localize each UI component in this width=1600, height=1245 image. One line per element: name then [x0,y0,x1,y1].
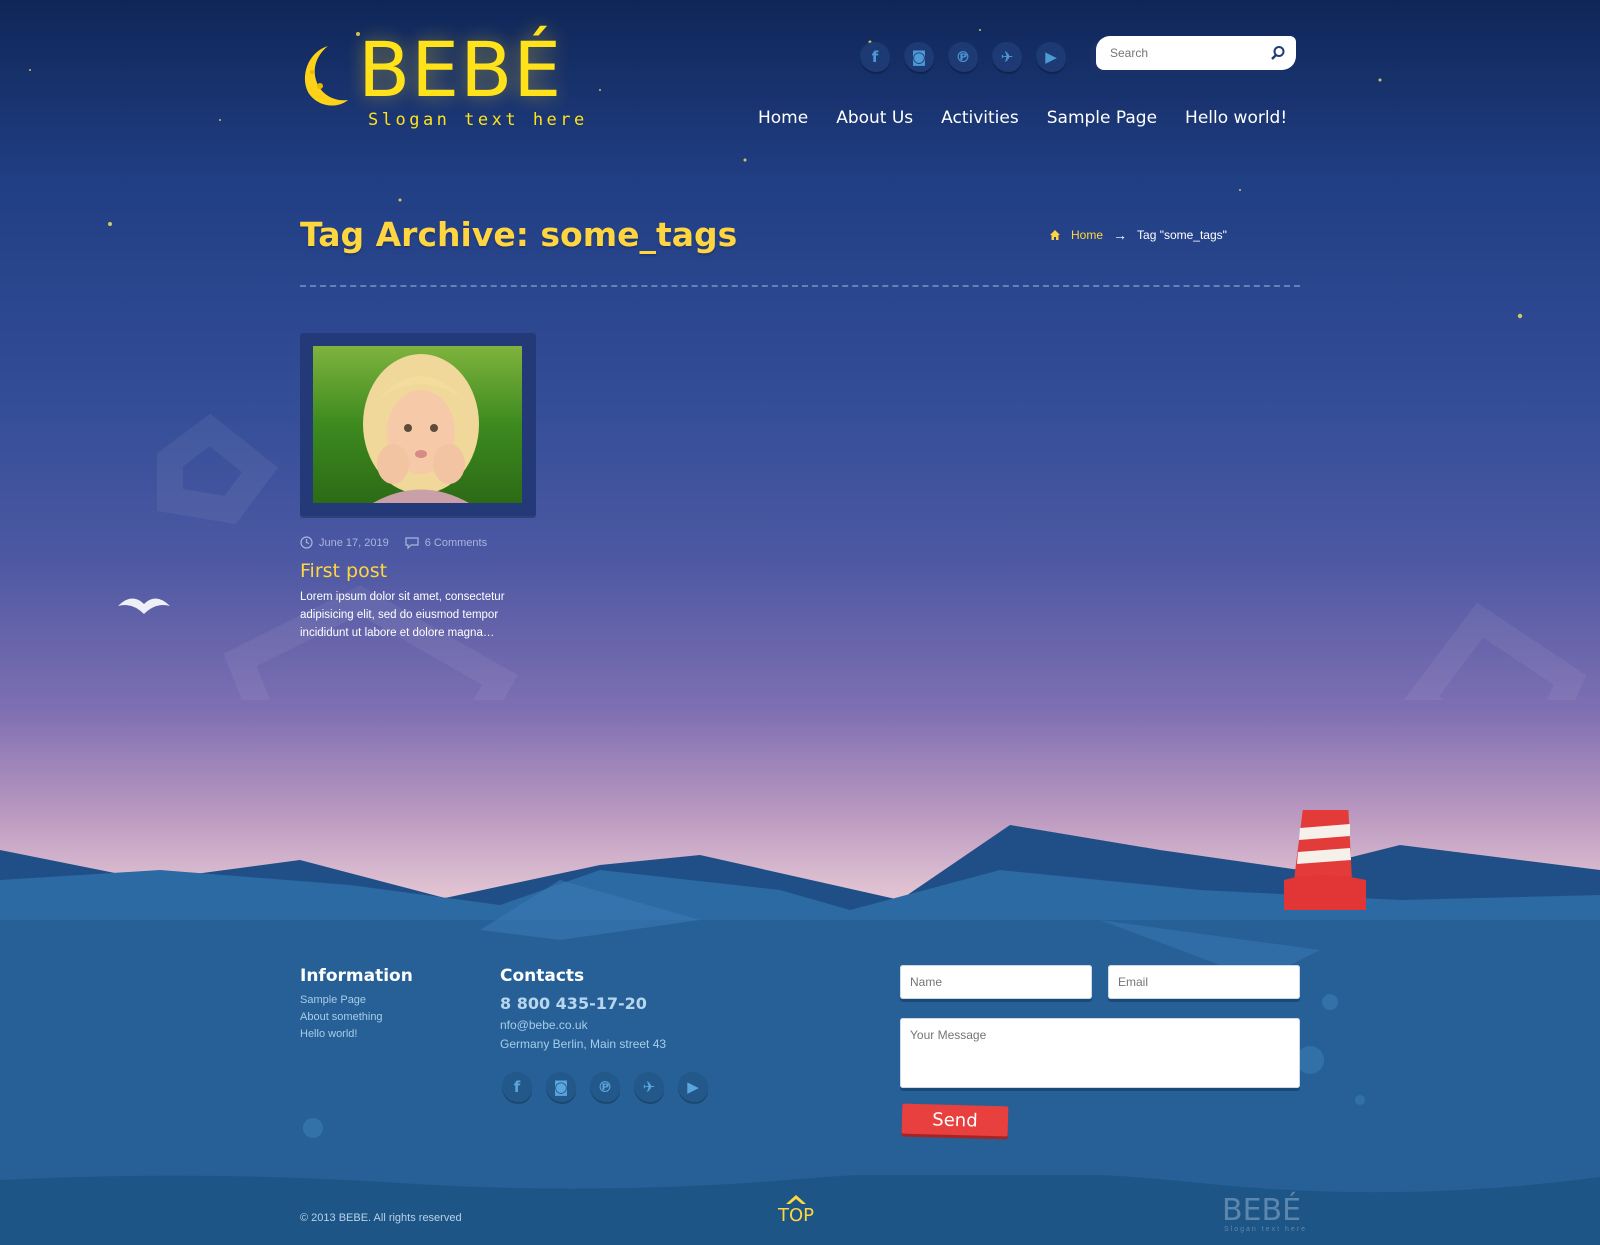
footer-information-links: Sample Page About something Hello world! [300,994,383,1040]
twitter-icon[interactable]: ✈ [634,1072,664,1102]
contact-address: Germany Berlin, Main street 43 [500,1037,667,1051]
contact-email-link[interactable]: nfo@bebe.co.uk [500,1018,588,1032]
breadcrumb-home-link[interactable]: Home [1071,228,1103,242]
footer-link-hello-world[interactable]: Hello world! [300,1028,383,1040]
sky-decoration [29,29,1587,700]
youtube-icon[interactable]: ▶ [678,1072,708,1102]
nav-item-sample-page[interactable]: Sample Page [1047,108,1157,128]
contact-email-field[interactable] [1108,965,1300,999]
back-to-top-button[interactable]: TOP [778,1193,814,1226]
nav-item-home[interactable]: Home [758,108,808,128]
contact-name-field[interactable] [900,965,1092,999]
post-comments-text: 6 Comments [424,536,488,549]
copyright-text: © 2013 BEBE. All rights reserved [300,1212,462,1224]
nav-item-about-us[interactable]: About Us [836,108,913,128]
nav-item-activities[interactable]: Activities [941,108,1019,128]
footer-link-sample-page[interactable]: Sample Page [300,994,383,1006]
footer-social-links: f ◙ ℗ ✈ ▶ [502,1072,708,1102]
breadcrumb: Home → Tag "some_tags" [1049,227,1227,243]
post-excerpt: Lorem ipsum dolor sit amet, consectetur … [300,591,505,639]
youtube-icon[interactable]: ▶ [1036,42,1066,72]
footer-logo: BEBÉ [1222,1193,1302,1228]
comment-icon [405,536,419,549]
moon-logo-icon [304,46,348,106]
clock-icon [300,536,313,549]
post-title-link[interactable]: First post [300,560,387,582]
site-logo[interactable]: BEBÉ [358,30,562,110]
nav-item-hello-world[interactable]: Hello world! [1185,108,1287,128]
post-date-text: June 17, 2019 [319,536,389,549]
header-social-links: f ◙ ℗ ✈ ▶ [860,42,1066,72]
facebook-icon[interactable]: f [502,1072,532,1102]
breadcrumb-separator: → [1113,227,1128,243]
page-title: Tag Archive: some_tags [300,215,738,254]
home-icon [1050,230,1060,240]
breadcrumb-current: Tag "some_tags" [1137,228,1227,242]
pinterest-icon[interactable]: ℗ [948,42,978,72]
back-to-top-label: TOP [778,1205,815,1226]
post-comments[interactable]: 6 Comments [405,536,487,549]
search-icon[interactable] [1270,45,1286,61]
footer-contacts-heading: Contacts [500,966,585,986]
footer-logo-slogan: Slogan text here [1224,1226,1307,1233]
site-slogan: Slogan text here [368,110,588,130]
footer-link-about-something[interactable]: About something [300,1011,383,1023]
twitter-icon[interactable]: ✈ [992,42,1022,72]
main-nav: Home About Us Activities Sample Page Hel… [758,108,1287,128]
instagram-icon[interactable]: ◙ [546,1072,576,1102]
search-box [1096,36,1296,70]
post-thumbnail-image[interactable] [313,346,522,503]
pinterest-icon[interactable]: ℗ [590,1072,620,1102]
instagram-icon[interactable]: ◙ [904,42,934,72]
footer-information-heading: Information [300,966,413,986]
contact-phone: 8 800 435-17-20 [500,994,647,1013]
post-meta: June 17, 2019 6 Comments [300,536,487,549]
facebook-icon[interactable]: f [860,42,890,72]
contact-message-field[interactable] [900,1018,1300,1088]
title-divider [300,285,1300,287]
search-input[interactable] [1110,46,1260,60]
chevron-up-icon [786,1195,807,1204]
send-button[interactable]: Send [901,1103,1009,1137]
post-date: June 17, 2019 [300,536,389,549]
